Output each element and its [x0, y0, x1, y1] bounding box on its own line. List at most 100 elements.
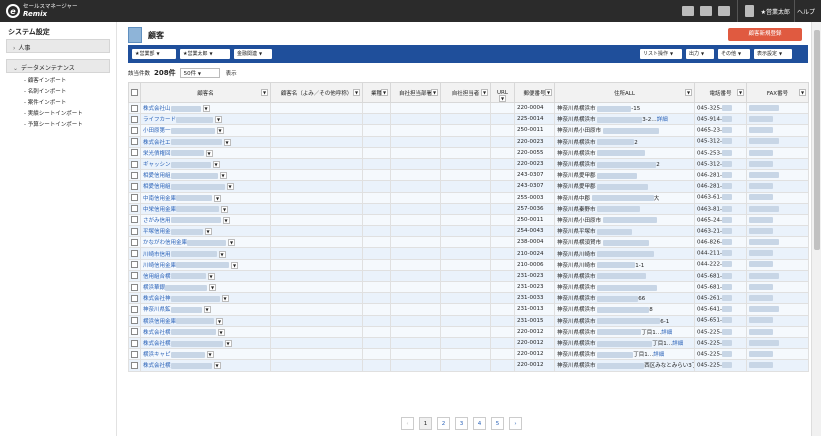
chevron-down-icon[interactable]: ▼ [202, 105, 210, 113]
sidebar-group-hr[interactable]: › 人事 [6, 39, 110, 53]
customer-name-cell[interactable]: 川崎信用金庫 ▼ [140, 258, 271, 271]
col-header-industry[interactable]: 業種 ▼ [362, 82, 391, 103]
sidebar-item-customer-import[interactable]: - 顧客インポート [24, 76, 116, 87]
customer-name-link[interactable]: 栄光債権回 [143, 151, 171, 157]
customer-name-link[interactable]: ライフカード [143, 117, 176, 123]
chevron-down-icon[interactable]: ▼ [231, 261, 239, 269]
customer-name-cell[interactable]: ライフカード ▼ [140, 113, 271, 126]
customer-name-cell[interactable]: 横浜信用金庫 ▼ [140, 314, 271, 327]
chevron-down-icon[interactable]: ▼ [216, 317, 224, 325]
detail-link[interactable]: 詳細 [661, 330, 672, 336]
sidebar-group-data-maintenance[interactable]: ⌄ データメンテナンス [6, 59, 110, 73]
filter-department[interactable]: ★営業部 ▼ [132, 49, 176, 59]
customer-name-link[interactable]: さがみ信用 [143, 218, 171, 224]
display-settings-button[interactable]: 表示設定 ▼ [754, 49, 792, 59]
chat-icon[interactable] [681, 6, 694, 16]
row-checkbox-cell[interactable] [128, 180, 141, 193]
customer-name-cell[interactable]: さがみ信用 ▼ [140, 213, 271, 227]
table-row[interactable]: 川崎市信用 ▼ 210-0024 神奈川県川崎市 044-211- [128, 247, 809, 260]
table-row[interactable]: 相愛信用組 ▼ 243-0307 神奈川県愛甲郡 046-281- [128, 169, 809, 182]
detail-link[interactable]: 詳細 [657, 117, 668, 123]
row-checkbox[interactable] [131, 160, 138, 168]
chevron-down-icon[interactable]: ▼ [221, 205, 229, 213]
table-row[interactable]: 相愛信用組 ▼ 243-0307 神奈川県愛甲郡 046-281- [128, 180, 809, 193]
chevron-down-icon[interactable]: ▼ [216, 127, 224, 135]
row-checkbox-cell[interactable] [128, 191, 141, 204]
customer-name-cell[interactable]: 中南信用金庫 ▼ [140, 191, 271, 204]
row-checkbox-cell[interactable] [128, 101, 141, 115]
customer-name-cell[interactable]: 株式会社エ ▼ [140, 135, 271, 148]
row-checkbox[interactable] [131, 339, 138, 347]
customer-name-link[interactable]: 横浜キャピ [143, 352, 171, 358]
row-checkbox-cell[interactable] [128, 225, 141, 238]
table-row[interactable]: さがみ信用 ▼ 250-0011 神奈川県小田原市 0465-24- [128, 213, 809, 227]
row-checkbox[interactable] [131, 305, 138, 313]
customer-name-link[interactable]: 株式会社神 [143, 296, 171, 302]
user-icon[interactable] [744, 5, 754, 17]
row-checkbox-cell[interactable] [128, 336, 141, 350]
table-row[interactable]: 中南信用金庫 ▼ 255-0003 神奈川県中郡 大 0463-61- [128, 191, 809, 204]
chevron-down-icon[interactable]: ▼ [217, 328, 225, 336]
chevron-down-icon[interactable]: ▼ [222, 216, 230, 224]
customer-name-cell[interactable]: 株式会社山 ▼ [140, 101, 271, 115]
customer-name-link[interactable]: 中栄信用金庫 [143, 207, 176, 213]
row-checkbox-cell[interactable] [128, 303, 141, 316]
row-checkbox-cell[interactable] [128, 359, 141, 372]
page-button-5[interactable]: 5 [491, 417, 504, 430]
sidebar-item-card-import[interactable]: - 名刺インポート [24, 87, 116, 98]
select-all-header[interactable] [128, 82, 141, 103]
row-checkbox-cell[interactable] [128, 135, 141, 148]
row-checkbox[interactable] [131, 171, 138, 179]
col-header-owner[interactable]: 自社担当者 ▼ [440, 82, 491, 103]
table-row[interactable]: 株式会社横 ▼ 220-0012 神奈川県横浜市 丁目1…詳細 045-225- [128, 336, 809, 350]
row-checkbox-cell[interactable] [128, 292, 141, 305]
chevron-down-icon[interactable]: ▼ [204, 228, 212, 236]
col-header-phone[interactable]: 電話番号 ▼ [694, 82, 747, 103]
col-header-dept[interactable]: 自社担当部署 ▼ [390, 82, 441, 103]
output-button[interactable]: 出力 ▼ [686, 49, 714, 59]
col-header-address[interactable]: 住所ALL ▼ [554, 82, 695, 103]
col-header-reading[interactable]: 顧客名（よみ／その他呼称） ▼ [270, 82, 363, 103]
col-header-name[interactable]: 顧客名 ▼ [140, 82, 271, 103]
row-checkbox-cell[interactable] [128, 236, 141, 249]
table-row[interactable]: 神奈川県鉱 ▼ 231-0013 神奈川県横浜市 8 045-641- [128, 303, 809, 316]
row-checkbox[interactable] [131, 115, 138, 123]
customer-name-cell[interactable]: 横浜キャピ ▼ [140, 348, 271, 361]
table-row[interactable]: 株式会社山 ▼ 220-0004 神奈川県横浜市 -15 045-325- [128, 101, 809, 115]
customer-name-link[interactable]: 信用組合横 [143, 274, 171, 280]
customer-name-cell[interactable]: 小田原第一 ▼ [140, 124, 271, 137]
chevron-down-icon[interactable]: ▼ [215, 116, 223, 124]
row-checkbox[interactable] [131, 328, 138, 336]
row-checkbox-cell[interactable] [128, 348, 141, 361]
chevron-down-icon[interactable]: ▼ [223, 138, 231, 146]
table-row[interactable]: 栄光債権回 ▼ 220-0055 神奈川県横浜市 045-253- [128, 146, 809, 159]
detail-link[interactable]: 詳細 [672, 341, 683, 347]
calendar-icon[interactable] [717, 6, 730, 16]
customer-name-link[interactable]: 株式会社横 [143, 363, 171, 369]
customer-name-link[interactable]: かながわ信用金庫 [143, 240, 187, 246]
row-checkbox[interactable] [131, 250, 138, 258]
row-checkbox[interactable] [131, 272, 138, 280]
customer-name-cell[interactable]: 相愛信用組 ▼ [140, 169, 271, 182]
row-checkbox[interactable] [131, 194, 138, 202]
row-checkbox[interactable] [131, 350, 138, 358]
customer-name-link[interactable]: 神奈川県鉱 [143, 307, 171, 313]
customer-name-link[interactable]: 相愛信用組 [143, 173, 171, 179]
table-row[interactable]: かながわ信用金庫 ▼ 238-0004 神奈川県横須賀市 046-826- [128, 236, 809, 249]
scrollbar-thumb[interactable] [814, 30, 820, 250]
row-checkbox[interactable] [131, 227, 138, 235]
table-row[interactable]: 株式会社神 ▼ 231-0033 神奈川県横浜市 66 045-261- [128, 292, 809, 305]
customer-name-link[interactable]: 株式会社横 [143, 330, 171, 336]
app-logo[interactable]: e セールスマネージャー Remix [6, 3, 77, 19]
customer-name-cell[interactable]: 相愛信用組 ▼ [140, 180, 271, 193]
chevron-down-icon[interactable]: ▼ [228, 239, 236, 247]
customer-name-link[interactable]: 株式会社山 [143, 106, 171, 112]
select-all-checkbox[interactable] [131, 89, 138, 96]
chevron-down-icon[interactable]: ▼ [207, 272, 215, 280]
row-checkbox[interactable] [131, 283, 138, 291]
row-checkbox-cell[interactable] [128, 280, 141, 294]
customer-name-cell[interactable]: 株式会社横 ▼ [140, 325, 271, 338]
table-row[interactable]: 株式会社横 ▼ 220-0012神奈川県横浜市 西区みなとみらい3丁目1…詳細045… [128, 359, 809, 372]
page-button-2[interactable]: 2 [437, 417, 450, 430]
filter-industry[interactable]: 金融関連 ▼ [234, 49, 272, 59]
